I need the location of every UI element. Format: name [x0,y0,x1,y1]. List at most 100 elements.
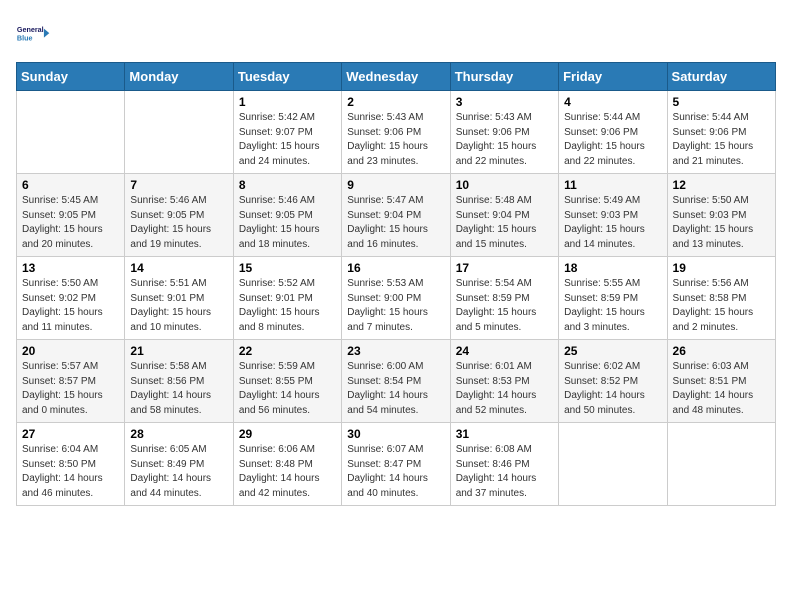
day-info: Sunrise: 5:57 AMSunset: 8:57 PMDaylight:… [22,360,119,418]
day-number: 13 [22,261,119,275]
day-info: Sunrise: 5:44 AMSunset: 9:06 PMDaylight:… [564,111,661,169]
day-info: Sunrise: 5:52 AMSunset: 9:01 PMDaylight:… [239,277,336,335]
day-number: 9 [347,178,444,192]
calendar-cell: 22Sunrise: 5:59 AMSunset: 8:55 PMDayligh… [233,340,341,423]
day-info: Sunrise: 5:54 AMSunset: 8:59 PMDaylight:… [456,277,553,335]
day-info: Sunrise: 6:07 AMSunset: 8:47 PMDaylight:… [347,443,444,501]
weekday-header-saturday: Saturday [667,63,775,91]
day-number: 28 [130,427,227,441]
day-info: Sunrise: 5:43 AMSunset: 9:06 PMDaylight:… [456,111,553,169]
calendar-cell: 12 Sunrise: 5:50 AMSunset: 9:03 PMDayligh… [667,174,775,257]
calendar-cell: 1 Sunrise: 5:42 AMSunset: 9:07 PMDaylight… [233,91,341,174]
calendar-cell: 9 Sunrise: 5:47 AMSunset: 9:04 PMDaylight… [342,174,450,257]
day-info: Sunrise: 5:58 AMSunset: 8:56 PMDaylight:… [130,360,227,418]
weekday-header-wednesday: Wednesday [342,63,450,91]
logo-icon: GeneralBlue [16,16,52,52]
calendar-cell: 27Sunrise: 6:04 AMSunset: 8:50 PMDayligh… [17,423,125,506]
calendar-cell: 21 Sunrise: 5:58 AMSunset: 8:56 PMDayligh… [125,340,233,423]
weekday-row: SundayMondayTuesdayWednesdayThursdayFrid… [17,63,776,91]
calendar-cell: 6Sunrise: 5:45 AMSunset: 9:05 PMDaylight… [17,174,125,257]
calendar-cell: 29 Sunrise: 6:06 AMSunset: 8:48 PMDayligh… [233,423,341,506]
day-info: Sunrise: 5:49 AMSunset: 9:03 PMDaylight:… [564,194,661,252]
calendar-cell: 31 Sunrise: 6:08 AMSunset: 8:46 PMDayligh… [450,423,558,506]
calendar-cell: 5 Sunrise: 5:44 AMSunset: 9:06 PMDaylight… [667,91,775,174]
calendar-cell: 11 Sunrise: 5:49 AMSunset: 9:03 PMDayligh… [559,174,667,257]
day-info: Sunrise: 6:01 AMSunset: 8:53 PMDaylight:… [456,360,553,418]
calendar-cell [559,423,667,506]
day-info: Sunrise: 5:42 AMSunset: 9:07 PMDaylight:… [239,111,336,169]
day-number: 19 [673,261,770,275]
day-info: Sunrise: 6:03 AMSunset: 8:51 PMDaylight:… [673,360,770,418]
day-info: Sunrise: 6:08 AMSunset: 8:46 PMDaylight:… [456,443,553,501]
day-number: 5 [673,95,770,109]
day-number: 11 [564,178,661,192]
calendar-week-4: 20 Sunrise: 5:57 AMSunset: 8:57 PMDayligh… [17,340,776,423]
calendar-cell [667,423,775,506]
day-info: Sunrise: 5:44 AMSunset: 9:06 PMDaylight:… [673,111,770,169]
day-info: Sunrise: 5:50 AMSunset: 9:03 PMDaylight:… [673,194,770,252]
calendar-cell: 10Sunrise: 5:48 AMSunset: 9:04 PMDayligh… [450,174,558,257]
calendar-header: SundayMondayTuesdayWednesdayThursdayFrid… [17,63,776,91]
day-number: 14 [130,261,227,275]
day-number: 20 [22,344,119,358]
calendar-week-1: 1 Sunrise: 5:42 AMSunset: 9:07 PMDaylight… [17,91,776,174]
day-number: 8 [239,178,336,192]
logo: GeneralBlue [16,16,52,52]
day-number: 27 [22,427,119,441]
calendar-cell [125,91,233,174]
calendar-cell: 16 Sunrise: 5:53 AMSunset: 9:00 PMDayligh… [342,257,450,340]
day-number: 16 [347,261,444,275]
calendar-cell: 13 Sunrise: 5:50 AMSunset: 9:02 PMDayligh… [17,257,125,340]
day-info: Sunrise: 5:53 AMSunset: 9:00 PMDaylight:… [347,277,444,335]
calendar-cell: 30 Sunrise: 6:07 AMSunset: 8:47 PMDayligh… [342,423,450,506]
day-info: Sunrise: 6:06 AMSunset: 8:48 PMDaylight:… [239,443,336,501]
day-number: 18 [564,261,661,275]
day-number: 26 [673,344,770,358]
calendar-body: 1 Sunrise: 5:42 AMSunset: 9:07 PMDaylight… [17,91,776,506]
day-info: Sunrise: 6:02 AMSunset: 8:52 PMDaylight:… [564,360,661,418]
day-info: Sunrise: 5:46 AMSunset: 9:05 PMDaylight:… [130,194,227,252]
calendar-cell: 2Sunrise: 5:43 AMSunset: 9:06 PMDaylight… [342,91,450,174]
calendar-cell: 19 Sunrise: 5:56 AMSunset: 8:58 PMDayligh… [667,257,775,340]
calendar-cell: 15 Sunrise: 5:52 AMSunset: 9:01 PMDayligh… [233,257,341,340]
calendar-cell: 3 Sunrise: 5:43 AMSunset: 9:06 PMDaylight… [450,91,558,174]
day-number: 21 [130,344,227,358]
calendar-week-3: 13 Sunrise: 5:50 AMSunset: 9:02 PMDayligh… [17,257,776,340]
calendar-cell: 7 Sunrise: 5:46 AMSunset: 9:05 PMDaylight… [125,174,233,257]
day-info: Sunrise: 6:00 AMSunset: 8:54 PMDaylight:… [347,360,444,418]
calendar-cell: 17 Sunrise: 5:54 AMSunset: 8:59 PMDayligh… [450,257,558,340]
day-number: 7 [130,178,227,192]
day-number: 10 [456,178,553,192]
day-info: Sunrise: 5:56 AMSunset: 8:58 PMDaylight:… [673,277,770,335]
day-number: 31 [456,427,553,441]
day-number: 2 [347,95,444,109]
calendar-cell: 14Sunrise: 5:51 AMSunset: 9:01 PMDayligh… [125,257,233,340]
day-number: 3 [456,95,553,109]
calendar-week-2: 6Sunrise: 5:45 AMSunset: 9:05 PMDaylight… [17,174,776,257]
day-number: 29 [239,427,336,441]
calendar-cell: 28 Sunrise: 6:05 AMSunset: 8:49 PMDayligh… [125,423,233,506]
day-number: 12 [673,178,770,192]
calendar-cell: 25Sunrise: 6:02 AMSunset: 8:52 PMDayligh… [559,340,667,423]
page-header: GeneralBlue [16,16,776,52]
day-info: Sunrise: 5:50 AMSunset: 9:02 PMDaylight:… [22,277,119,335]
day-number: 24 [456,344,553,358]
calendar-cell: 26 Sunrise: 6:03 AMSunset: 8:51 PMDayligh… [667,340,775,423]
weekday-header-monday: Monday [125,63,233,91]
weekday-header-friday: Friday [559,63,667,91]
calendar-cell: 4Sunrise: 5:44 AMSunset: 9:06 PMDaylight… [559,91,667,174]
day-number: 6 [22,178,119,192]
calendar-cell: 24 Sunrise: 6:01 AMSunset: 8:53 PMDayligh… [450,340,558,423]
day-number: 17 [456,261,553,275]
calendar-cell: 20 Sunrise: 5:57 AMSunset: 8:57 PMDayligh… [17,340,125,423]
day-info: Sunrise: 5:47 AMSunset: 9:04 PMDaylight:… [347,194,444,252]
day-info: Sunrise: 5:46 AMSunset: 9:05 PMDaylight:… [239,194,336,252]
weekday-header-thursday: Thursday [450,63,558,91]
day-number: 30 [347,427,444,441]
day-number: 1 [239,95,336,109]
calendar-cell: 18Sunrise: 5:55 AMSunset: 8:59 PMDayligh… [559,257,667,340]
day-info: Sunrise: 6:05 AMSunset: 8:49 PMDaylight:… [130,443,227,501]
calendar-cell: 23Sunrise: 6:00 AMSunset: 8:54 PMDayligh… [342,340,450,423]
svg-text:Blue: Blue [17,33,33,42]
day-number: 15 [239,261,336,275]
